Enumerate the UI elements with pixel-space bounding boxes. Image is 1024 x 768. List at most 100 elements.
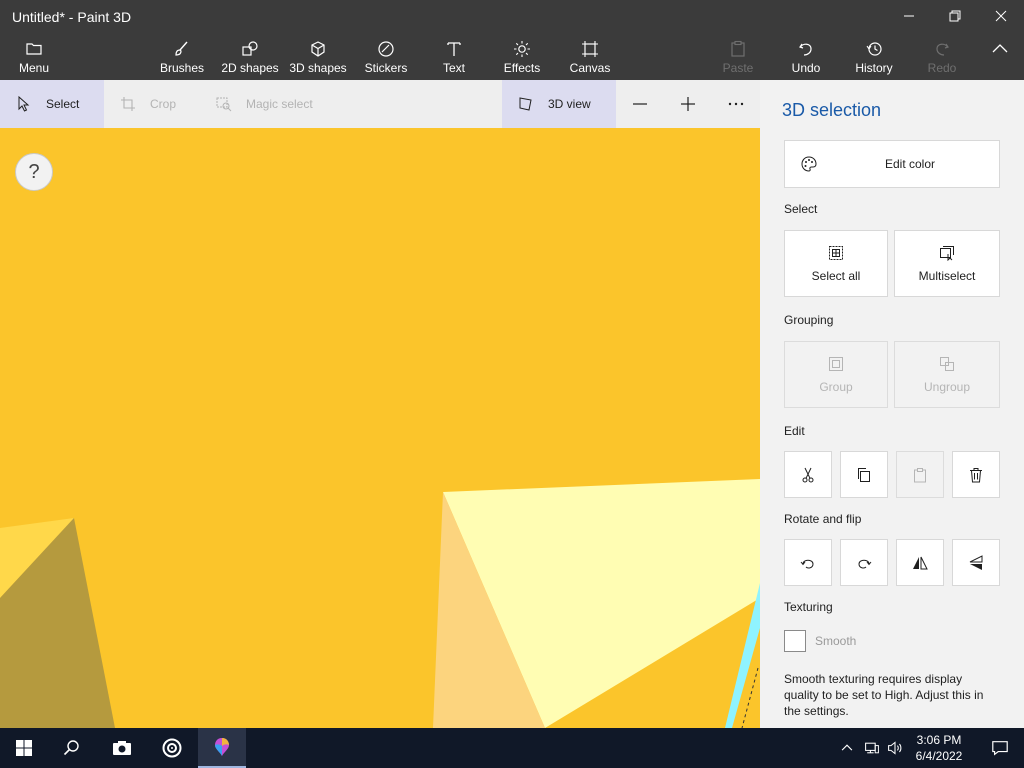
- brushes-button[interactable]: Brushes: [156, 34, 208, 80]
- multiselect-label: Multiselect: [918, 268, 976, 283]
- title-bar: Untitled* - Paint 3D: [0, 0, 1024, 34]
- rotate-right-button[interactable]: [840, 539, 888, 586]
- edit-color-button[interactable]: Edit color: [784, 140, 1000, 188]
- zoom-in-button[interactable]: [668, 80, 708, 128]
- drawing-canvas[interactable]: ?: [0, 128, 760, 728]
- undo-label: Undo: [791, 61, 821, 75]
- sun-icon: [514, 41, 530, 57]
- flip-vertical-button[interactable]: [952, 539, 1000, 586]
- group-icon: [829, 356, 843, 371]
- redo-label: Redo: [927, 61, 957, 75]
- ungroup-button[interactable]: Ungroup: [894, 341, 1000, 408]
- select-section-label: Select: [784, 202, 818, 216]
- magic-select-icon: [216, 97, 232, 112]
- paint-3d-taskbar-button[interactable]: [198, 728, 246, 768]
- 3d-shapes-button[interactable]: 3D shapes: [288, 34, 348, 80]
- restore-button[interactable]: [932, 0, 978, 32]
- sticker-icon: [378, 41, 394, 57]
- 3d-view-icon: [519, 97, 532, 111]
- delete-button[interactable]: [952, 451, 1000, 498]
- minus-icon: [633, 103, 647, 105]
- volume-button[interactable]: [884, 728, 906, 768]
- 3d-scene: [0, 128, 760, 728]
- cursor-icon: [18, 96, 30, 112]
- magic-select-button[interactable]: Magic select: [200, 80, 330, 128]
- action-center-button[interactable]: [976, 728, 1024, 768]
- network-status-button[interactable]: [860, 728, 884, 768]
- menu-button[interactable]: Menu: [10, 34, 58, 80]
- texturing-note: Smooth texturing requires display qualit…: [784, 672, 984, 718]
- show-hidden-icons-button[interactable]: [834, 728, 860, 768]
- paste-icon: [914, 467, 926, 482]
- group-label: Group: [819, 379, 853, 394]
- copy-button[interactable]: [840, 451, 888, 498]
- trash-icon: [970, 467, 982, 482]
- network-icon: [865, 742, 879, 754]
- history-icon: [866, 42, 882, 56]
- select-all-button[interactable]: Select all: [784, 230, 888, 297]
- more-options-button[interactable]: [716, 80, 756, 128]
- taskbar-clock[interactable]: 3:06 PM 6/4/2022: [908, 732, 970, 764]
- search-button[interactable]: [48, 728, 96, 768]
- plus-icon: [681, 97, 695, 111]
- camera-app-button[interactable]: [98, 728, 146, 768]
- canvas-icon: [582, 41, 598, 57]
- collapse-ribbon-button[interactable]: [982, 34, 1018, 80]
- multiselect-button[interactable]: Multiselect: [894, 230, 1000, 297]
- text-button[interactable]: Text: [430, 34, 478, 80]
- stickers-button[interactable]: Stickers: [362, 34, 410, 80]
- crop-tool-label: Crop: [150, 97, 177, 111]
- crop-icon: [121, 97, 135, 111]
- minimize-button[interactable]: [886, 0, 932, 32]
- rotate-section-label: Rotate and flip: [784, 512, 862, 526]
- cube-icon: [311, 41, 325, 57]
- ribbon-toolbar: Menu Brushes 2D shapes 3D shapes Sticker…: [0, 34, 1024, 80]
- rotate-left-button[interactable]: [784, 539, 832, 586]
- effects-button[interactable]: Effects: [498, 34, 546, 80]
- flip-horizontal-button[interactable]: [896, 539, 944, 586]
- paste-button[interactable]: Paste: [714, 34, 762, 80]
- text-label: Text: [442, 61, 465, 75]
- chevron-up-icon: [992, 44, 1008, 53]
- notification-icon: [992, 741, 1008, 756]
- 2d-shapes-icon: [242, 41, 258, 56]
- menu-label: Menu: [18, 61, 50, 75]
- redo-button[interactable]: Redo: [918, 34, 966, 80]
- groove-music-button[interactable]: [148, 728, 196, 768]
- selection-toolbar: Select Crop Magic select 3D view: [0, 80, 760, 128]
- redo-icon: [936, 43, 949, 56]
- chevron-up-icon: [841, 744, 853, 751]
- flip-horizontal-icon: [913, 556, 928, 569]
- paint-3d-icon: [215, 738, 229, 756]
- ungroup-label: Ungroup: [923, 379, 971, 394]
- effects-label: Effects: [503, 61, 541, 75]
- paste-panel-button[interactable]: [896, 451, 944, 498]
- cut-button[interactable]: [784, 451, 832, 498]
- grouping-section-label: Grouping: [784, 313, 834, 327]
- smooth-label: Smooth: [815, 634, 857, 648]
- canvas-label: Canvas: [569, 61, 611, 75]
- undo-icon: [799, 43, 812, 56]
- zoom-out-button[interactable]: [620, 80, 660, 128]
- rotate-right-icon: [858, 559, 872, 568]
- close-button[interactable]: [978, 0, 1024, 32]
- start-button[interactable]: [0, 728, 48, 768]
- edit-color-label: Edit color: [884, 157, 936, 171]
- crop-tool-button[interactable]: Crop: [104, 80, 196, 128]
- smooth-checkbox[interactable]: [784, 630, 806, 652]
- undo-button[interactable]: Undo: [782, 34, 830, 80]
- history-button[interactable]: History: [850, 34, 898, 80]
- scissors-icon: [802, 467, 814, 482]
- brushes-label: Brushes: [159, 61, 205, 75]
- select-all-icon: [829, 245, 843, 260]
- window-title: Untitled* - Paint 3D: [12, 9, 132, 25]
- 2d-shapes-button[interactable]: 2D shapes: [220, 34, 280, 80]
- canvas-button[interactable]: Canvas: [566, 34, 614, 80]
- flip-vertical-icon: [969, 554, 983, 570]
- group-button[interactable]: Group: [784, 341, 888, 408]
- copy-icon: [858, 467, 870, 482]
- select-tool-button[interactable]: Select: [0, 80, 104, 128]
- help-button[interactable]: ?: [15, 153, 53, 191]
- 3d-view-button[interactable]: 3D view: [502, 80, 616, 128]
- more-icon: [728, 102, 744, 106]
